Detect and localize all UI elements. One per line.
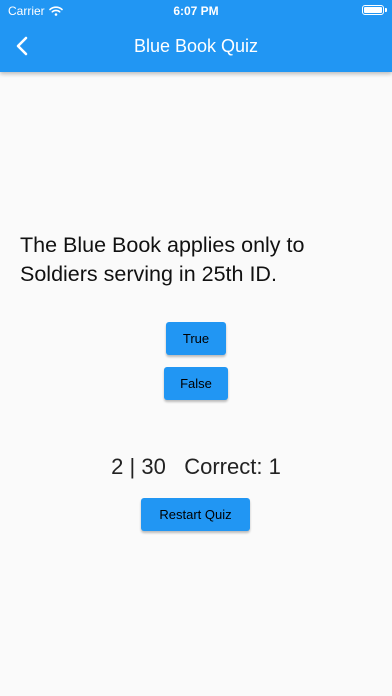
app-bar: Carrier 6:07 PM Blue Book Quiz <box>0 0 392 72</box>
correct-count: 1 <box>268 454 281 479</box>
false-button-label: False <box>180 376 212 391</box>
true-button[interactable]: True <box>166 322 226 355</box>
restart-quiz-label: Restart Quiz <box>159 507 232 522</box>
status-bar: Carrier 6:07 PM <box>0 0 392 22</box>
restart-quiz-button[interactable]: Restart Quiz <box>141 498 250 531</box>
true-button-label: True <box>182 331 210 346</box>
battery-icon <box>362 5 387 15</box>
question-total: 30 <box>141 454 166 479</box>
status-time: 6:07 PM <box>173 4 219 18</box>
false-button[interactable]: False <box>164 367 228 400</box>
question-text: The Blue Book applies only to Soldiers s… <box>20 233 305 286</box>
question-number: 2 <box>111 454 124 479</box>
page-title: Blue Book Quiz <box>133 36 259 56</box>
score-separator: | <box>129 454 142 479</box>
score-spacer <box>172 454 184 479</box>
correct-label: Correct: <box>184 454 263 479</box>
score-display: 2 | 30 Correct: 1 <box>0 454 392 480</box>
